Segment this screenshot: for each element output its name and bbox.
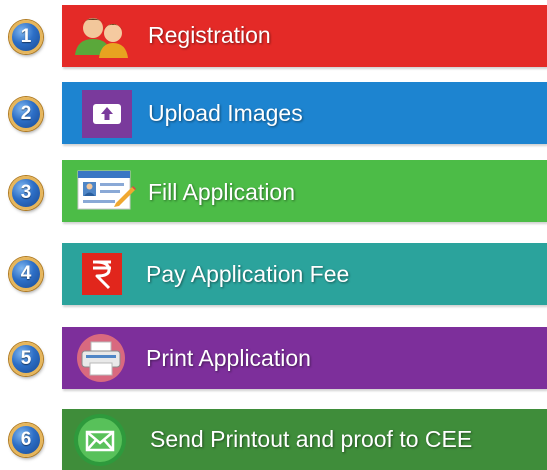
step-bar-send-printout[interactable]: Send Printout and proof to CEE [62, 409, 547, 470]
step-bar-print-application[interactable]: Print Application [62, 327, 547, 389]
step-label: Pay Application Fee [146, 261, 350, 287]
step-label: Send Printout and proof to CEE [150, 426, 473, 452]
step-number-badge: 2 [9, 97, 43, 131]
rupee-icon [82, 253, 122, 295]
step-label: Fill Application [148, 179, 296, 205]
printer-icon [77, 334, 125, 382]
step-registration[interactable]: 1 Registration [0, 5, 547, 67]
step-bar-registration[interactable]: Registration [62, 5, 547, 67]
step-number-badge: 3 [9, 176, 43, 210]
step-label: Print Application [146, 345, 311, 371]
step-number-badge: 4 [9, 257, 43, 291]
step-send-printout[interactable]: 6 Send Printout and proof to CEE [0, 409, 547, 470]
step-print-application[interactable]: 5 Print Application [0, 327, 547, 389]
step-pay-application-fee[interactable]: 4 Pay Application Fee [0, 243, 547, 305]
step-number-badge: 6 [9, 423, 43, 457]
step-bar-pay-application-fee[interactable]: Pay Application Fee [62, 243, 547, 305]
users-icon [75, 18, 128, 58]
step-bar-upload-images[interactable]: Upload Images [62, 82, 547, 144]
step-label: Registration [148, 22, 271, 48]
mail-icon [74, 414, 126, 466]
step-number-badge: 5 [9, 342, 43, 376]
step-upload-images[interactable]: 2 Upload Images [0, 82, 547, 144]
step-number-badge: 1 [9, 20, 43, 54]
step-label: Upload Images [148, 100, 303, 126]
form-edit-icon [77, 170, 136, 210]
upload-icon [82, 90, 132, 138]
step-bar-fill-application[interactable]: Fill Application [62, 160, 547, 222]
step-fill-application[interactable]: 3 Fill Application [0, 160, 547, 222]
